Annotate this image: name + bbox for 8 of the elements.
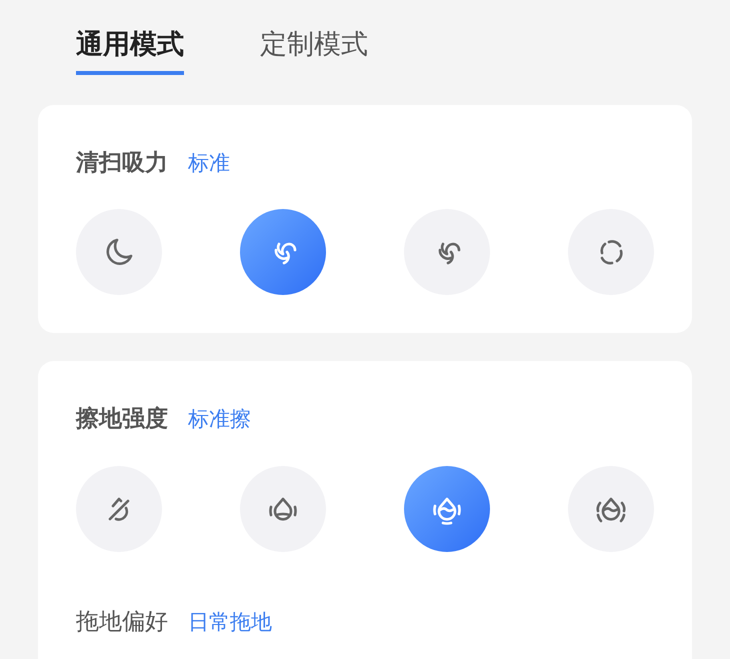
- section-title: 擦地强度: [76, 404, 168, 433]
- current-value: 标准: [188, 150, 230, 176]
- section-title: 清扫吸力: [76, 148, 168, 176]
- section-title: 拖地偏好: [76, 606, 168, 636]
- current-value: 日常拖地: [188, 610, 272, 636]
- mode-tab[interactable]: 通用模式: [76, 24, 184, 74]
- current-value: 标准擦: [188, 407, 251, 433]
- mode-tab[interactable]: 定制模式: [260, 24, 368, 74]
